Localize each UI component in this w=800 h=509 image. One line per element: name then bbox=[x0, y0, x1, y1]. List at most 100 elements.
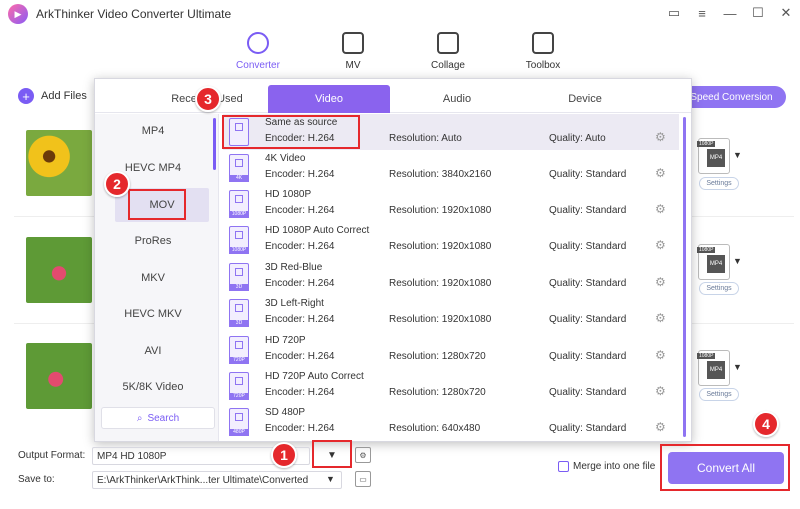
tab-device[interactable]: Device bbox=[523, 85, 647, 113]
tab-audio[interactable]: Audio bbox=[395, 85, 519, 113]
video-thumbnail bbox=[26, 130, 92, 196]
gear-icon[interactable]: ⚙ bbox=[655, 166, 666, 180]
nav-toolbox-label: Toolbox bbox=[525, 60, 561, 71]
category-item[interactable]: 5K/8K Video bbox=[95, 381, 211, 393]
preset-quality: Quality: Auto bbox=[549, 133, 606, 144]
main-nav: Converter MV Collage Toolbox bbox=[0, 30, 800, 78]
nav-collage[interactable]: Collage bbox=[413, 30, 483, 71]
preset-resolution: Resolution: 1920x1080 bbox=[389, 205, 492, 216]
output-format-badge[interactable]: 1080P MP4 bbox=[697, 350, 730, 386]
gear-icon[interactable]: ⚙ bbox=[655, 130, 666, 144]
nav-converter[interactable]: Converter bbox=[223, 30, 293, 71]
preset-icon-label: 4K bbox=[229, 175, 249, 182]
preset-resolution: Resolution: 1920x1080 bbox=[389, 241, 492, 252]
format-category-list: MP4 HEVC MP4 MOV ProRes MKV HEVC MKV AVI… bbox=[95, 114, 219, 441]
annotation-step-2: 2 bbox=[104, 171, 130, 197]
gear-icon[interactable]: ⚙ bbox=[655, 420, 666, 434]
annotation-box-convert bbox=[660, 444, 790, 491]
format-tag: 1080P bbox=[697, 141, 716, 147]
search-icon: ⌕ bbox=[136, 412, 143, 424]
preset-row[interactable]: 1080P HD 1080P Encoder: H.264 Resolution… bbox=[223, 186, 679, 222]
format-badge-label: MP4 bbox=[707, 361, 725, 379]
checkbox-icon[interactable] bbox=[558, 461, 569, 472]
preset-encoder: Encoder: H.264 bbox=[265, 423, 335, 434]
category-item[interactable]: HEVC MKV bbox=[95, 308, 211, 320]
nav-converter-label: Converter bbox=[236, 60, 280, 71]
chat-icon[interactable]: ▭ bbox=[666, 4, 682, 22]
preset-row[interactable]: 720P HD 720P Encoder: H.264 Resolution: … bbox=[223, 332, 679, 368]
preset-quality: Quality: Standard bbox=[549, 205, 627, 216]
gear-icon[interactable]: ⚙ bbox=[655, 348, 666, 362]
preset-encoder: Encoder: H.264 bbox=[265, 205, 335, 216]
mv-icon bbox=[342, 32, 364, 54]
chevron-down-icon[interactable]: ▼ bbox=[326, 474, 335, 484]
preset-row[interactable]: 4K 4K Video Encoder: H.264 Resolution: 3… bbox=[223, 150, 679, 186]
preset-icon-label: 3D bbox=[229, 284, 249, 291]
category-item[interactable]: AVI bbox=[95, 345, 211, 357]
annotation-box-mov bbox=[128, 189, 186, 220]
preset-name: HD 1080P Auto Correct bbox=[265, 225, 370, 236]
minimize-icon[interactable]: — bbox=[722, 4, 738, 22]
preset-row[interactable]: 480P SD 480P Encoder: H.264 Resolution: … bbox=[223, 404, 679, 440]
chevron-down-icon[interactable]: ▼ bbox=[733, 362, 742, 372]
category-item[interactable]: MP4 bbox=[95, 125, 211, 137]
gear-icon[interactable]: ⚙ bbox=[655, 384, 666, 398]
tab-video[interactable]: Video bbox=[268, 85, 390, 113]
search-button[interactable]: ⌕ Search bbox=[101, 407, 215, 429]
3d-icon: 3D bbox=[229, 299, 249, 327]
category-item[interactable]: MKV bbox=[95, 272, 211, 284]
output-format-badge[interactable]: 1080P MP4 bbox=[697, 138, 730, 174]
preset-quality: Quality: Standard bbox=[549, 423, 627, 434]
preset-quality: Quality: Standard bbox=[549, 169, 627, 180]
folder-icon[interactable]: ▭ bbox=[355, 471, 371, 487]
toolbox-icon bbox=[532, 32, 554, 54]
output-format-label: Output Format: bbox=[18, 450, 86, 461]
window-controls: ▭ ≡ — ☐ ✕ bbox=[666, 4, 794, 22]
preset-resolution: Resolution: 3840x2160 bbox=[389, 169, 492, 180]
annotation-step-4: 4 bbox=[753, 411, 779, 437]
720p-icon: 720P bbox=[229, 336, 249, 364]
category-item[interactable]: ProRes bbox=[95, 235, 211, 247]
add-files-button[interactable]: + Add Files ▾ bbox=[18, 88, 99, 104]
preset-name: 4K Video bbox=[265, 153, 306, 164]
preset-list: Same as source Encoder: H.264 Resolution… bbox=[223, 114, 679, 441]
output-settings-icon[interactable]: ⚙ bbox=[355, 447, 371, 463]
preset-resolution: Resolution: 1280x720 bbox=[389, 351, 486, 362]
chevron-down-icon[interactable]: ▼ bbox=[733, 256, 742, 266]
nav-mv[interactable]: MV bbox=[318, 30, 388, 71]
settings-button[interactable]: Settings bbox=[699, 177, 739, 190]
gear-icon[interactable]: ⚙ bbox=[655, 275, 666, 289]
preset-icon-label: 720P bbox=[229, 357, 249, 364]
app-logo-icon: ▶ bbox=[8, 4, 28, 24]
output-format-badge[interactable]: 1080P MP4 bbox=[697, 244, 730, 280]
preset-row[interactable]: 3D 3D Red-Blue Encoder: H.264 Resolution… bbox=[223, 259, 679, 295]
chevron-down-icon[interactable]: ▼ bbox=[733, 150, 742, 160]
480p-icon: 480P bbox=[229, 408, 249, 436]
preset-name: 3D Left-Right bbox=[265, 298, 324, 309]
settings-button[interactable]: Settings bbox=[699, 282, 739, 295]
preset-quality: Quality: Standard bbox=[549, 241, 627, 252]
preset-encoder: Encoder: H.264 bbox=[265, 241, 335, 252]
menu-icon[interactable]: ≡ bbox=[694, 4, 710, 22]
settings-button[interactable]: Settings bbox=[699, 388, 739, 401]
preset-row[interactable]: 720P HD 720P Auto Correct Encoder: H.264… bbox=[223, 368, 679, 404]
merge-checkbox[interactable]: Merge into one file bbox=[558, 461, 655, 472]
preset-row[interactable]: 1080P HD 1080P Auto Correct Encoder: H.2… bbox=[223, 222, 679, 258]
preset-encoder: Encoder: H.264 bbox=[265, 278, 335, 289]
maximize-icon[interactable]: ☐ bbox=[750, 4, 766, 22]
format-tag: 1080P bbox=[697, 247, 716, 253]
category-scrollbar[interactable] bbox=[213, 118, 216, 170]
preset-name: HD 720P Auto Correct bbox=[265, 371, 364, 382]
save-to-field[interactable]: E:\ArkThinker\ArkThink...ter Ultimate\Co… bbox=[92, 471, 342, 489]
nav-toolbox[interactable]: Toolbox bbox=[508, 30, 578, 71]
gear-icon[interactable]: ⚙ bbox=[655, 311, 666, 325]
gear-icon[interactable]: ⚙ bbox=[655, 238, 666, 252]
preset-scrollbar[interactable] bbox=[683, 117, 686, 437]
gear-icon[interactable]: ⚙ bbox=[655, 202, 666, 216]
close-icon[interactable]: ✕ bbox=[778, 4, 794, 22]
720p-icon: 720P bbox=[229, 372, 249, 400]
preset-row[interactable]: 3D 3D Left-Right Encoder: H.264 Resoluti… bbox=[223, 295, 679, 331]
preset-resolution: Resolution: 1920x1080 bbox=[389, 314, 492, 325]
collage-icon bbox=[437, 32, 459, 54]
preset-name: SD 480P bbox=[265, 407, 306, 418]
